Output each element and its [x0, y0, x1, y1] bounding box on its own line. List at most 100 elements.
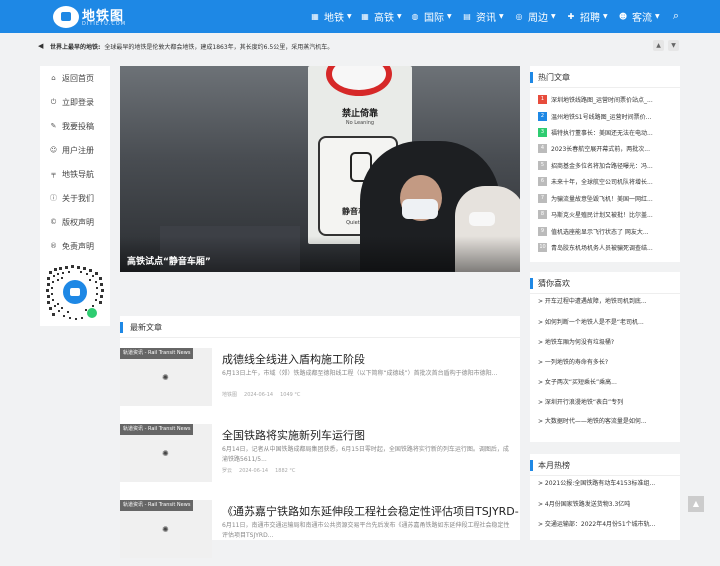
hot-item[interactable]: 2 温州地铁S1号线路图_运营时间票价... — [538, 109, 676, 123]
article-item[interactable]: 轨道资讯 - Rail Transit News ✺ 《通苏嘉宁铁路如东延伸段工程… — [120, 500, 520, 566]
sidebar-item-submit[interactable]: ✎ 我要投稿 — [40, 114, 110, 138]
hot-item[interactable]: 4 2023长春航空展开幕式前，两批次... — [538, 141, 676, 155]
chevron-down-icon: ▼ — [397, 13, 402, 20]
nav-passenger-flow[interactable]: ☻ 客流 ▼ — [618, 0, 660, 33]
ticker-prev-button[interactable]: ▲ — [653, 40, 664, 51]
hot-item-title[interactable]: 为骗流量故意坠毁飞机！美国一网红... — [551, 194, 653, 203]
sidebar-item-label: 版权声明 — [62, 217, 94, 227]
sidebar-item-label: 立即登录 — [62, 97, 94, 107]
hot-item-title[interactable]: 马斯克火星殖民计划又被批！比尔盖... — [551, 210, 653, 219]
nav-label: 客流 — [632, 13, 652, 24]
sidebar-item-login[interactable]: ⏻ 立即登录 — [40, 90, 110, 114]
article-title[interactable]: 《通苏嘉宁铁路如东延伸段工程社会稳定性评估项目TSJYRD- — [222, 503, 519, 519]
nav-subway[interactable]: ▦ 地铁 ▼ — [310, 0, 352, 33]
hot-item-title[interactable]: 未来十年，全球航空公司机队将增长... — [551, 177, 653, 186]
ticker-text[interactable]: 全球最早的地铁是伦敦大都会地铁，建成1863年，其长度约6.5公里，采用蒸汽机车… — [104, 42, 333, 51]
hero-caption[interactable]: 高铁试点“静音车厢” — [127, 254, 211, 267]
sidebar-item-label: 免责声明 — [62, 241, 94, 251]
hot-item-title[interactable]: 温州地铁S1号线路图_运营时间票价... — [551, 112, 651, 121]
hot-item-title[interactable]: 招商基金多位名将加合路径曝光：冯... — [551, 161, 653, 170]
guess-item[interactable]: > 地铁车厢为何没有垃圾桶? — [538, 336, 676, 350]
panel-title: 热门文章 — [538, 73, 570, 82]
hot-item-title[interactable]: 深圳地铁线路图_运营时间票价站点_... — [551, 95, 653, 104]
sidebar-item-about[interactable]: ⓘ 关于我们 — [40, 186, 110, 210]
guess-item[interactable]: > 一列地铁的寿命有多长? — [538, 356, 676, 370]
hot-item[interactable]: 6 未来十年，全球航空公司机队将增长... — [538, 174, 676, 188]
search-icon[interactable]: ⌕ — [669, 9, 683, 23]
ticker-next-button[interactable]: ▼ — [668, 40, 679, 51]
nav-label: 周边 — [528, 13, 548, 24]
people-icon: ☻ — [618, 11, 628, 21]
hot-item-title[interactable]: 2023长春航空展开幕式前，两批次... — [551, 144, 650, 153]
section-header: 最新文章 — [120, 316, 520, 338]
hot-item[interactable]: 10 青岛胶东机场机务人员被骗死调查结... — [538, 240, 676, 254]
nav-news[interactable]: ▤ 资讯 ▼ — [462, 0, 503, 33]
sidebar-item-label: 用户注册 — [62, 145, 94, 155]
globe-icon: ◍ — [411, 11, 419, 21]
sidebar-item-register[interactable]: ☺ 用户注册 — [40, 138, 110, 162]
power-icon: ⏻ — [50, 97, 57, 106]
hot-item[interactable]: 8 马斯克火星殖民计划又被批！比尔盖... — [538, 207, 676, 221]
chevron-down-icon: ▼ — [655, 13, 660, 20]
sidebar-item-copyright[interactable]: © 版权声明 — [40, 210, 110, 234]
registered-icon: ® — [50, 242, 57, 250]
pencil-icon: ✎ — [50, 122, 57, 130]
ticker-title: 世界上最早的地铁: — [50, 43, 101, 51]
article-date: 2024-06-14 — [239, 468, 269, 474]
nav-highspeed[interactable]: ▦ 高铁 ▼ — [360, 0, 402, 33]
rank-badge: 3 — [538, 127, 547, 137]
hot-item[interactable]: 9 值机选座能显示飞行状态了 网友大... — [538, 224, 676, 238]
article-thumbnail[interactable]: 轨道资讯 - Rail Transit News ✺ — [120, 348, 212, 406]
monthly-item[interactable]: > 4月份国家铁路发送货物3.3亿吨 — [538, 498, 676, 512]
article-excerpt: 6月11日，南通市交通运输局和南通市公共资源交易平台先后发布《通苏嘉甬铁路如东延… — [222, 522, 510, 539]
hot-item-title[interactable]: 值机选座能显示飞行状态了 网友大... — [551, 227, 649, 236]
article-author[interactable]: 地铁图 — [222, 392, 237, 398]
nav-nearby[interactable]: ◎ 周边 ▼ — [514, 0, 556, 33]
guess-item[interactable]: > 女子两次“买短乘长”乘高... — [538, 376, 676, 390]
info-icon: ⓘ — [50, 194, 57, 202]
panel-title: 猜你喜欢 — [538, 279, 570, 288]
hot-item[interactable]: 1 深圳地铁线路图_运营时间票价站点_... — [538, 92, 676, 106]
home-icon: ⌂ — [51, 74, 56, 82]
article-date: 2024-06-14 — [244, 392, 274, 398]
user-icon: ☺ — [49, 146, 58, 154]
hot-item-title[interactable]: 福特执行董事长：美国还无法在电动... — [551, 128, 653, 137]
article-item[interactable]: 轨道资讯 - Rail Transit News ✺ 成德线全线进入盾构施工阶段 … — [120, 348, 520, 414]
guess-item[interactable]: > 深圳开行浪漫地铁“表白”专列 — [538, 396, 676, 410]
guess-item[interactable]: > 开车过程中遭遇故障，地铁司机到底... — [538, 295, 676, 309]
panel-accent — [530, 278, 533, 289]
top-navbar: 地铁图 DITIETU.COM ▦ 地铁 ▼ ▦ 高铁 ▼ ◍ 国际 ▼ ▤ 资讯 ▼ ◎ 周边 ▼… — [0, 0, 720, 33]
nav-jobs[interactable]: ✚ 招聘 ▼ — [566, 0, 608, 33]
monthly-item[interactable]: > 2021公报:全国铁路有动车4153标准组... — [538, 477, 676, 491]
sidebar-item-label: 地铁导航 — [62, 169, 94, 179]
article-title[interactable]: 成德线全线进入盾构施工阶段 — [222, 351, 365, 367]
sidebar-item-label: 关于我们 — [62, 193, 94, 203]
train-icon: ▦ — [361, 11, 369, 21]
guess-item[interactable]: > 如何判断一个地铁人是不是“老司机... — [538, 316, 676, 330]
monthly-item[interactable]: > 交通运输部：2022年4月份51个城市轨... — [538, 518, 676, 532]
back-to-top-button[interactable]: ▲ — [688, 496, 704, 512]
nav-label: 国际 — [424, 13, 444, 24]
article-heat: 1049 °C — [280, 392, 301, 398]
article-item[interactable]: 轨道资讯 - Rail Transit News ✺ 全国铁路将实施新列车运行图 … — [120, 424, 520, 490]
subway-icon: ▦ — [311, 11, 319, 21]
hot-item[interactable]: 7 为骗流量故意坠毁飞机！美国一网红... — [538, 191, 676, 205]
nav-international[interactable]: ◍ 国际 ▼ — [410, 0, 452, 33]
hot-item-title[interactable]: 青岛胶东机场机务人员被骗死调查结... — [551, 243, 653, 252]
sidebar-item-subway-nav[interactable]: ╤ 地铁导航 — [40, 162, 110, 186]
article-author[interactable]: 罗云 — [222, 468, 232, 474]
sidebar-item-home[interactable]: ⌂ 返回首页 — [40, 66, 110, 90]
article-thumbnail[interactable]: 轨道资讯 - Rail Transit News ✺ — [120, 424, 212, 482]
sidebar-item-disclaimer[interactable]: ® 免责声明 — [40, 234, 110, 258]
article-thumbnail[interactable]: 轨道资讯 - Rail Transit News ✺ — [120, 500, 212, 558]
site-logo[interactable]: 地铁图 DITIETU.COM — [53, 4, 125, 30]
rank-badge: 10 — [538, 242, 547, 252]
article-heat: 1882 °C — [275, 468, 296, 474]
loading-icon: ✺ — [162, 525, 169, 534]
hot-item[interactable]: 5 招商基金多位名将加合路径曝光：冯... — [538, 158, 676, 172]
hero-banner[interactable]: 禁止倚靠 No Leaning 静音车厢 Quiet Car 高铁试点“静音车厢… — [120, 66, 520, 272]
chevron-down-icon: ▼ — [347, 13, 352, 20]
hot-item[interactable]: 3 福特执行董事长：美国还无法在电动... — [538, 125, 676, 139]
guess-item[interactable]: > 大数据时代——地铁的客流量是如何... — [538, 415, 676, 429]
article-title[interactable]: 全国铁路将实施新列车运行图 — [222, 427, 365, 443]
